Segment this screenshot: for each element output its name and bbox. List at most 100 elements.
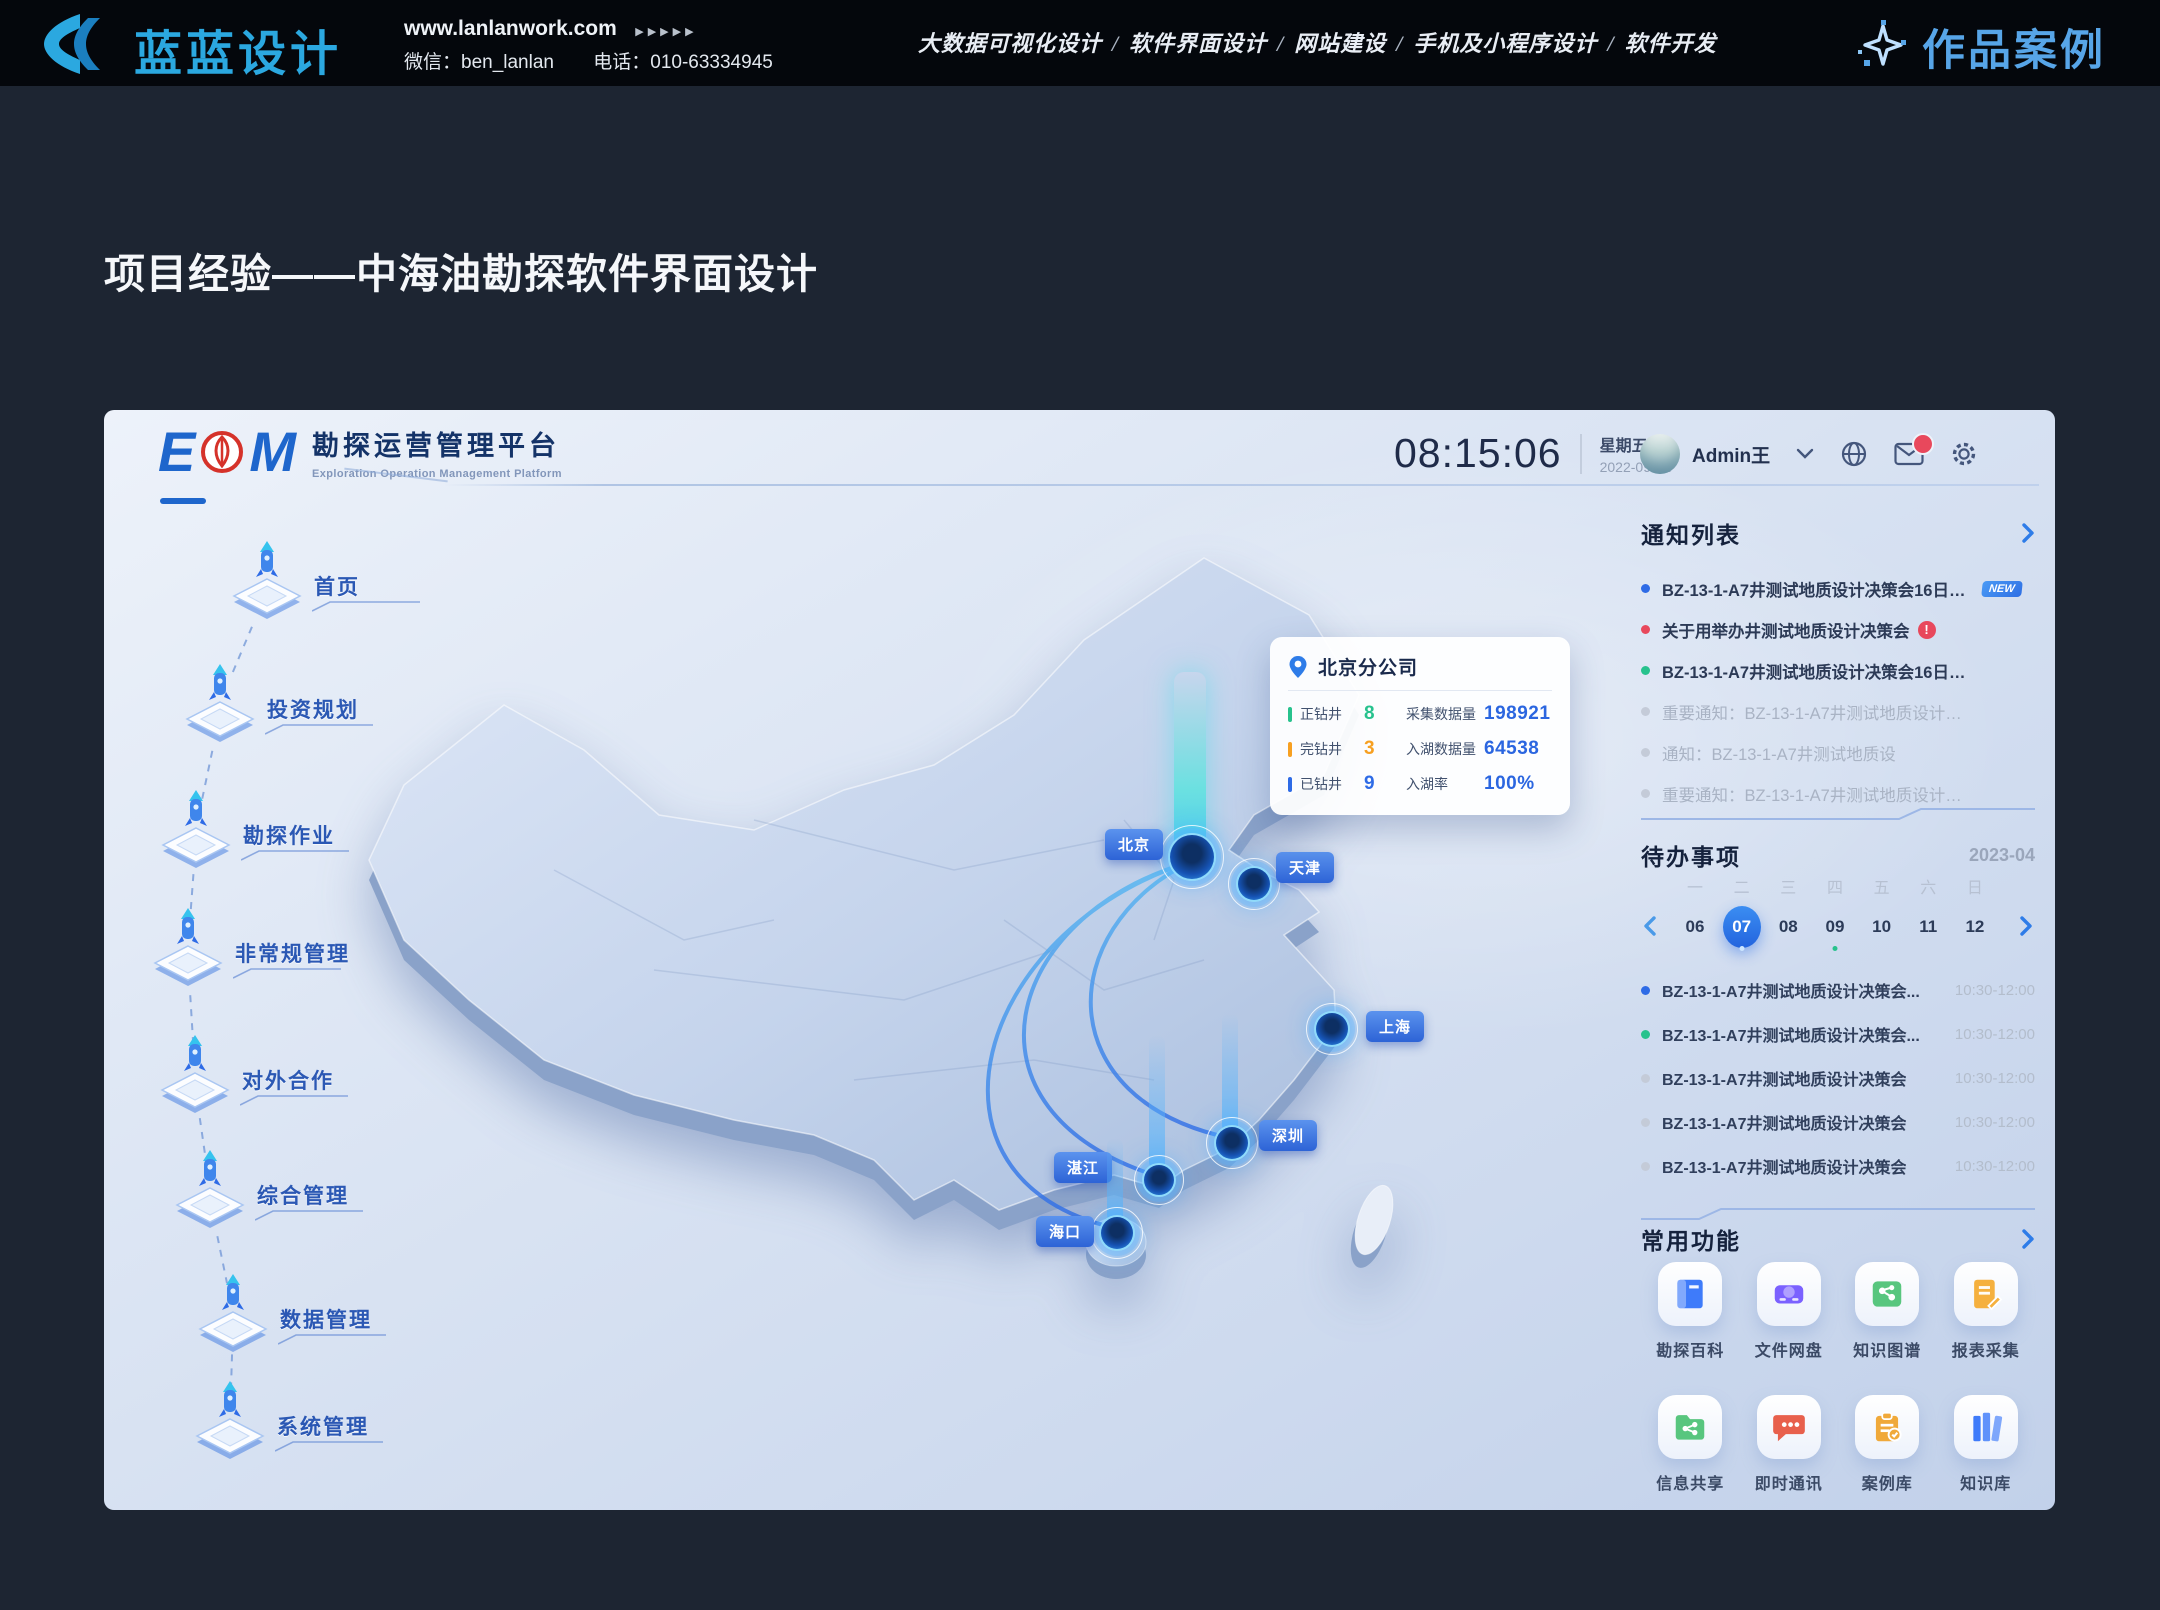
user-name[interactable]: Admin王 (1692, 441, 1770, 468)
menu-underline (312, 599, 422, 613)
function-label: 报表采集 (1952, 1337, 2020, 1361)
function-tile-报表采集[interactable]: 报表采集 (1937, 1262, 2036, 1361)
cooperation-platform-icon (158, 1033, 232, 1117)
phone-contact: 电话：010-63334945 (593, 52, 773, 73)
sidebar-item-label: 首页 (314, 571, 360, 601)
todo-item[interactable]: BZ-13-1-A7井测试地质设计决策会10:30-12:00 (1641, 1100, 2035, 1144)
service-item: 软件界面设计 (1129, 31, 1267, 56)
light-beam (1222, 1013, 1238, 1133)
cnooc-mark-icon (199, 429, 245, 475)
function-label: 即时通讯 (1755, 1470, 1823, 1494)
menu-underline (278, 1332, 388, 1346)
portfolio-link[interactable]: 作品案例 (1856, 16, 2106, 78)
todo-item[interactable]: BZ-13-1-A7井测试地质设计决策会...10:30-12:00 (1641, 968, 2035, 1012)
city-label-北京[interactable]: 北京 (1105, 829, 1163, 860)
sidebar-item-6[interactable]: 综合管理 (173, 1148, 433, 1244)
calendar-weekday: 六 (1908, 874, 1948, 898)
avatar[interactable] (1640, 434, 1680, 474)
function-tile-案例库[interactable]: 案例库 (1838, 1395, 1937, 1494)
menu-underline (233, 966, 343, 980)
calendar-weekday: 三 (1768, 874, 1808, 898)
service-item: 网站建设 (1294, 31, 1386, 56)
city-label-天津[interactable]: 天津 (1276, 852, 1334, 883)
section-divider (1641, 1206, 2035, 1222)
function-tile-文件网盘[interactable]: 文件网盘 (1740, 1262, 1839, 1361)
function-tile-知识库[interactable]: 知识库 (1937, 1395, 2036, 1494)
portfolio-label: 作品案例 (1922, 16, 2106, 78)
functions-title: 常用功能 (1641, 1222, 1741, 1256)
calendar-date-07[interactable]: 07 (1722, 905, 1762, 949)
gear-icon[interactable] (1950, 440, 1978, 468)
city-label-上海[interactable]: 上海 (1366, 1011, 1424, 1042)
function-label: 文件网盘 (1755, 1337, 1823, 1361)
function-label: 知识库 (1960, 1470, 2011, 1494)
city-label-深圳[interactable]: 深圳 (1259, 1120, 1317, 1151)
city-marker-天津[interactable] (1236, 866, 1272, 902)
functions-grid: 勘探百科 文件网盘 知识图谱 报表采集 信息共享 即时通讯 案例库 知识库 (1641, 1262, 2035, 1494)
notification-item[interactable]: 通知：BZ-13-1-A7井测试地质设 (1641, 732, 2035, 773)
notifications-more-icon[interactable] (2021, 523, 2035, 543)
city-marker-上海[interactable] (1314, 1011, 1350, 1047)
calendar-date-11[interactable]: 11 (1908, 905, 1948, 949)
function-label: 案例库 (1862, 1470, 1913, 1494)
city-marker-海口[interactable] (1099, 1215, 1135, 1251)
chat-icon (1770, 1408, 1808, 1446)
popup-stat-row: 正钻井8 (1288, 703, 1406, 725)
calendar-date-06[interactable]: 06 (1675, 905, 1715, 949)
calendar-weekday: 一 (1675, 874, 1715, 898)
page-title: 项目经验——中海油勘探软件界面设计 (104, 240, 818, 300)
sidebar-item-2[interactable]: 投资规划 (183, 662, 443, 758)
notification-list: BZ-13-1-A7井测试地质设计决策会16日14点开始NEW关于用举办井测试地… (1641, 568, 2035, 814)
calendar-date-09[interactable]: 09 (1815, 905, 1855, 949)
popup-stat-row: 采集数据量198921 (1406, 703, 1556, 725)
section-divider (1641, 806, 2035, 822)
function-tile-信息共享[interactable]: 信息共享 (1641, 1395, 1740, 1494)
popup-stat-row: 入湖数据量64538 (1406, 738, 1556, 760)
city-marker-湛江[interactable] (1142, 1163, 1176, 1197)
ecm-logo-e: E (158, 424, 195, 480)
platform-title: 勘探运营管理平台 (312, 424, 562, 463)
function-tile-即时通讯[interactable]: 即时通讯 (1740, 1395, 1839, 1494)
calendar-next-icon[interactable] (2019, 916, 2033, 936)
todo-item[interactable]: BZ-13-1-A7井测试地质设计决策会10:30-12:00 (1641, 1056, 2035, 1100)
popup-stat-row: 入湖率100% (1406, 773, 1556, 795)
todo-list: BZ-13-1-A7井测试地质设计决策会...10:30-12:00 BZ-13… (1641, 968, 2035, 1188)
wechat-contact: 微信：ben_lanlan (404, 52, 554, 73)
notification-item[interactable]: 重要通知：BZ-13-1-A7井测试地质设计决策会16日14... (1641, 691, 2035, 732)
dashboard-panel: E M 勘探运营管理平台 Exploration Operation Manag… (104, 410, 2055, 1510)
lanlan-logo-icon (30, 12, 122, 76)
notification-item[interactable]: 关于用举办井测试地质设计决策会! (1641, 609, 2035, 650)
sidebar-item-7[interactable]: 数据管理 (196, 1272, 456, 1368)
globe-icon[interactable] (1840, 440, 1868, 468)
sidebar-item-4[interactable]: 非常规管理 (151, 906, 411, 1002)
calendar-weekday: 四 (1815, 874, 1855, 898)
unconventional-platform-icon (151, 906, 225, 990)
sidebar-item-8[interactable]: 系统管理 (193, 1379, 453, 1475)
calendar-prev-icon[interactable] (1643, 916, 1657, 936)
function-tile-勘探百科[interactable]: 勘探百科 (1641, 1262, 1740, 1361)
top-header-bar: 蓝蓝设计 www.lanlanwork.com ▶▶▶▶▶ 微信：ben_lan… (0, 0, 2160, 86)
functions-more-icon[interactable] (2021, 1229, 2035, 1249)
calendar-weekday: 日 (1955, 874, 1995, 898)
city-marker-北京[interactable] (1168, 833, 1216, 881)
city-label-海口[interactable]: 海口 (1036, 1216, 1094, 1247)
calendar-date-12[interactable]: 12 (1955, 905, 1995, 949)
clock-separator (1580, 434, 1582, 474)
calendar-date-08[interactable]: 08 (1768, 905, 1808, 949)
sidebar-item-3[interactable]: 勘探作业 (159, 788, 419, 884)
notification-item[interactable]: BZ-13-1-A7井测试地质设计决策会16日14点开始！ (1641, 650, 2035, 691)
todo-item[interactable]: BZ-13-1-A7井测试地质设计决策会10:30-12:00 (1641, 1144, 2035, 1188)
city-label-湛江[interactable]: 湛江 (1054, 1152, 1112, 1183)
calendar-event-dot (1739, 946, 1744, 951)
header-divider-line (444, 484, 2039, 486)
menu-underline (265, 722, 375, 736)
notification-item[interactable]: BZ-13-1-A7井测试地质设计决策会16日14点开始NEW (1641, 568, 2035, 609)
function-tile-知识图谱[interactable]: 知识图谱 (1838, 1262, 1937, 1361)
city-marker-深圳[interactable] (1214, 1125, 1250, 1161)
right-panel: 通知列表 BZ-13-1-A7井测试地质设计决策会16日14点开始NEW关于用举… (1641, 506, 2035, 1510)
sidebar-item-1[interactable]: 首页 (230, 539, 490, 635)
calendar-date-10[interactable]: 10 (1862, 905, 1902, 949)
sidebar-item-5[interactable]: 对外合作 (158, 1033, 418, 1129)
todo-item[interactable]: BZ-13-1-A7井测试地质设计决策会...10:30-12:00 (1641, 1012, 2035, 1056)
chevron-down-icon[interactable] (1796, 448, 1814, 460)
